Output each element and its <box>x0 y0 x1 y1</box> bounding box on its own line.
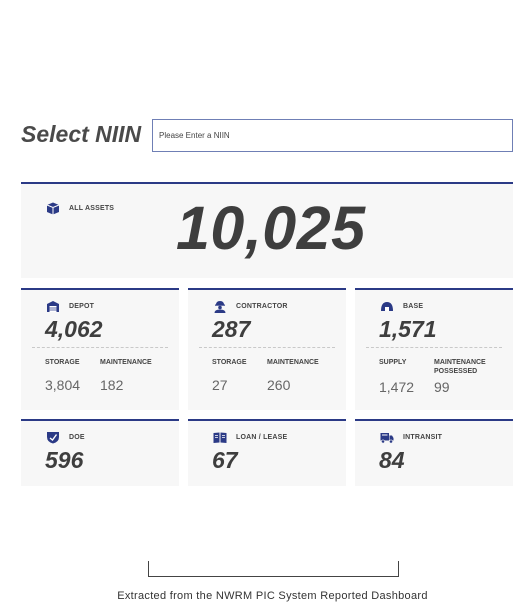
base-value: 1,571 <box>379 316 437 342</box>
depot-storage-label: STORAGE <box>45 359 80 366</box>
all-assets-card: ALL ASSETS 10,025 <box>21 182 513 278</box>
contractor-maintenance-label: MAINTENANCE <box>267 359 319 366</box>
depot-storage-value: 3,804 <box>45 377 81 393</box>
intransit-card: INTRANSIT 84 <box>355 419 513 486</box>
base-label: BASE <box>403 303 424 310</box>
depot-label: DEPOT <box>69 303 95 310</box>
contractor-card: CONTRACTOR 287 STORAGE MAINTENANCE 27 26… <box>188 288 346 410</box>
base-card: BASE 1,571 SUPPLY MAINTENANCE POSSESSED … <box>355 288 513 410</box>
base-supply-value: 1,472 <box>379 379 415 395</box>
doe-label: DOE <box>69 434 85 441</box>
loan-lease-value: 67 <box>212 447 238 473</box>
niin-search-input[interactable] <box>152 119 513 152</box>
depot-card: DEPOT 4,062 STORAGE MAINTENANCE 3,804 18… <box>21 288 179 410</box>
loan-lease-card: LOAN / LEASE 67 <box>188 419 346 486</box>
base-maintenance-possessed-label: MAINTENANCE POSSESSED <box>434 359 486 375</box>
loan-lease-label: LOAN / LEASE <box>236 434 288 441</box>
all-assets-label: ALL ASSETS <box>69 205 115 212</box>
base-maintenance-possessed-value: 99 <box>434 379 450 395</box>
dome-icon <box>380 300 394 313</box>
worker-icon <box>213 300 227 313</box>
all-assets-value: 10,025 <box>176 194 366 262</box>
shield-icon <box>46 431 60 444</box>
contractor-storage-label: STORAGE <box>212 359 247 366</box>
base-supply-label: SUPPLY <box>379 359 407 366</box>
caption-bracket <box>148 561 399 577</box>
depot-value: 4,062 <box>45 316 103 342</box>
doe-card: DOE 596 <box>21 419 179 486</box>
all-assets-header: ALL ASSETS <box>46 202 114 215</box>
depot-maintenance-value: 182 <box>100 377 124 393</box>
divider <box>366 347 502 348</box>
divider <box>32 347 168 348</box>
select-niin-title: Select NIIN <box>21 121 142 147</box>
cube-icon <box>46 202 60 215</box>
caption: Extracted from the NWRM PIC System Repor… <box>117 590 428 602</box>
contractor-storage-value: 27 <box>212 377 228 393</box>
contractor-label: CONTRACTOR <box>236 303 288 310</box>
divider <box>199 347 335 348</box>
intransit-label: INTRANSIT <box>403 434 443 441</box>
contractor-value: 287 <box>212 316 251 342</box>
contractor-maintenance-value: 260 <box>267 377 291 393</box>
warehouse-icon <box>46 300 60 313</box>
truck-icon <box>380 431 394 444</box>
depot-maintenance-label: MAINTENANCE <box>100 359 152 366</box>
book-icon <box>213 431 227 444</box>
doe-value: 596 <box>45 447 84 473</box>
intransit-value: 84 <box>379 447 405 473</box>
